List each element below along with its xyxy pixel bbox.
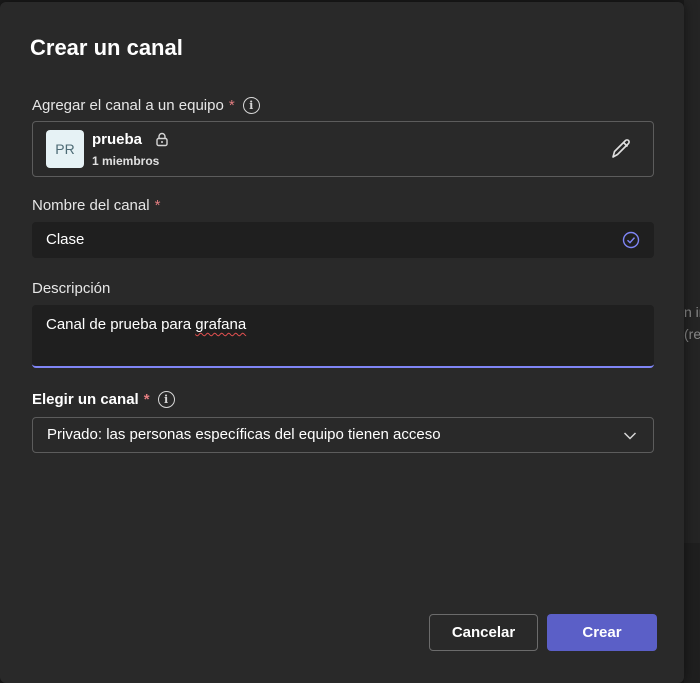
privacy-label: Elegir un canal	[32, 391, 139, 408]
background-text-fragment: (re	[684, 326, 700, 342]
channel-name-input[interactable]: Clase	[32, 222, 654, 258]
required-marker: *	[228, 97, 235, 114]
background-panel-lower	[684, 543, 700, 683]
channel-name-label-row: Nombre del canal *	[32, 197, 160, 214]
description-label: Descripción	[32, 280, 111, 297]
channel-name-value: Clase	[46, 231, 85, 248]
cancel-button[interactable]: Cancelar	[429, 614, 538, 651]
description-textarea[interactable]: Canal de prueba para grafana	[32, 305, 654, 368]
team-name: prueba	[92, 131, 143, 148]
team-avatar: PR	[46, 130, 84, 168]
privacy-label-row: Elegir un canal * i	[32, 391, 175, 408]
info-icon[interactable]: i	[242, 97, 260, 114]
dialog-title: Crear un canal	[30, 35, 183, 60]
privacy-dropdown[interactable]: Privado: las personas específicas del eq…	[32, 417, 654, 453]
chevron-down-icon	[623, 432, 637, 440]
privacy-selected-value: Privado: las personas específicas del eq…	[47, 426, 441, 443]
background-text-fragment: n in	[684, 304, 700, 320]
check-circle-icon	[622, 231, 640, 249]
team-selector[interactable]: PR prueba 1 miembros	[32, 121, 654, 177]
description-text: Canal de prueba para	[46, 316, 196, 333]
team-label: Agregar el canal a un equipo	[32, 97, 224, 114]
info-icon[interactable]: i	[157, 391, 175, 408]
description-label-row: Descripción	[32, 280, 110, 297]
team-label-row: Agregar el canal a un equipo * i	[32, 97, 260, 114]
required-marker: *	[143, 391, 150, 408]
channel-name-label: Nombre del canal	[32, 197, 150, 214]
create-button[interactable]: Crear	[547, 614, 657, 651]
misspelled-word: grafana	[195, 316, 247, 333]
create-channel-dialog: Crear un canal Agregar el canal a un equ…	[0, 2, 684, 683]
pencil-icon[interactable]	[608, 136, 634, 162]
lock-icon	[156, 132, 168, 147]
required-marker: *	[154, 197, 161, 214]
team-member-count: 1 miembros	[92, 154, 160, 168]
